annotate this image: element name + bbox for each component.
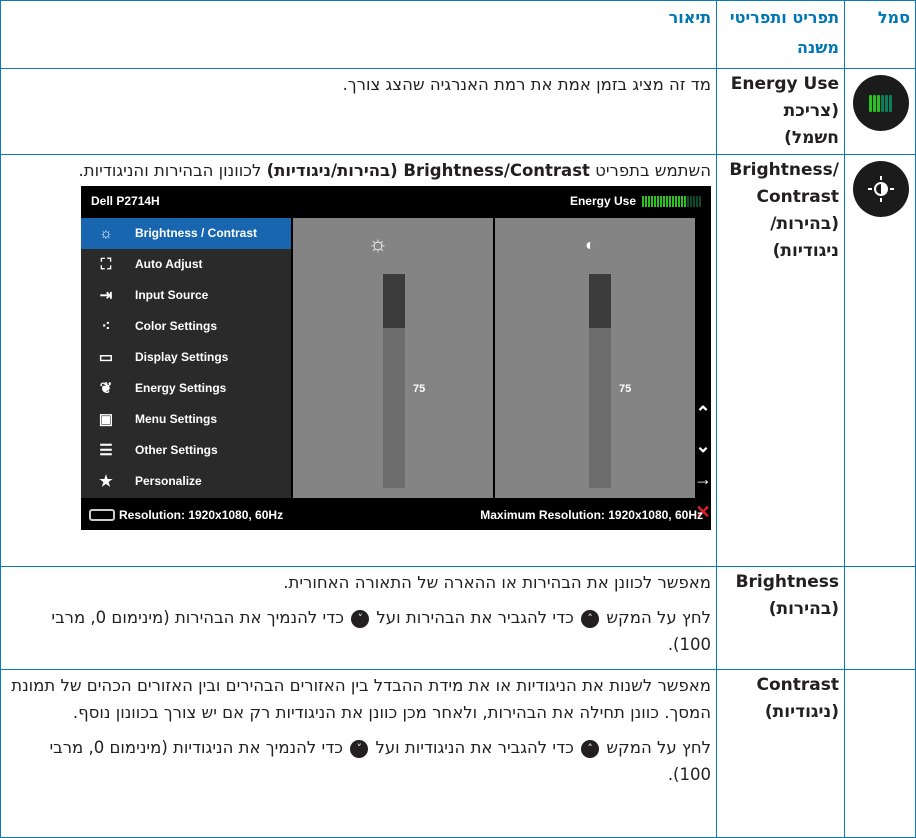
up-arrow-icon[interactable]: ⌃ — [695, 400, 710, 427]
sliders-icon: ☰ — [99, 442, 113, 459]
osd-menu-item[interactable]: ⛶ Auto Adjust — [81, 249, 291, 280]
brightness-value: 75 — [413, 383, 426, 395]
osd-menu-item[interactable]: ⁖ Color Settings — [81, 311, 291, 342]
down-arrow-icon[interactable]: ⌄ — [695, 433, 710, 460]
description-text: מאפשר לכוונן את הבהירות או ההארה של התאו… — [283, 573, 711, 592]
osd-menu-label: Input Source — [135, 288, 209, 302]
item-name-en: Brightness — [735, 572, 839, 592]
osd-menu-label: Other Settings — [135, 443, 218, 457]
sun-icon: ☼ — [99, 225, 113, 242]
table-row: Contrast (ניגודיות) מאפשר לשנות את הניגו… — [0, 669, 916, 838]
down-key-icon: ˅ — [351, 609, 370, 628]
item-name-cell: Brightness/ Contrast (בהירות/ ניגודיות) — [716, 154, 845, 567]
table-row: Energy Use (צריכת חשמל) מד זה מציג בזמן … — [0, 68, 916, 155]
symbol-cell — [844, 566, 916, 670]
osd-max-resolution: Maximum Resolution: 1920x1080, 60Hz — [480, 507, 703, 522]
osd-menu-item[interactable]: ▣ Menu Settings — [81, 404, 291, 435]
brightness-panel: ☼ 75 — [293, 218, 493, 498]
table-row: Brightness/ Contrast (בהירות/ ניגודיות) … — [0, 154, 916, 567]
header-item: תפריט ותפריטי משנה — [716, 0, 845, 69]
item-name-he: (בהירות/ ניגודיות) — [770, 214, 839, 261]
description-cell: השתמש בתפריט Brightness/Contrast (בהירות… — [0, 154, 717, 567]
osd-description-table: סמל תפריט ותפריטי משנה תיאור Energy Use … — [0, 0, 916, 838]
osd-menu-item[interactable]: ☰ Other Settings — [81, 435, 291, 466]
osd-menu-label: Menu Settings — [135, 412, 218, 426]
table-row: Brightness (בהירות) מאפשר לכוונן את הבהי… — [0, 566, 916, 670]
display-icon: ▭ — [98, 349, 114, 366]
item-name-he: (בהירות) — [768, 599, 839, 619]
osd-top-bar: Dell P2714H Energy Use — [81, 186, 711, 216]
connector-icon — [89, 509, 115, 521]
osd-bottom-bar: Resolution: 1920x1080, 60Hz Maximum Reso… — [81, 500, 711, 530]
leaf-icon: ❦ — [99, 380, 113, 397]
osd-menu-label: Display Settings — [135, 350, 229, 364]
description-text: השתמש בתפריט Brightness/Contrast (בהירות… — [78, 161, 711, 180]
osd-model-name: Dell P2714H — [91, 193, 160, 208]
instruction-text: לחץ על המקש ˄ כדי להגביר את הבהירות ועל … — [51, 608, 711, 654]
description-text: מד זה מציג בזמן אמת את רמת האנרגיה שהצג … — [342, 75, 711, 94]
auto-adjust-icon: ⛶ — [100, 256, 112, 273]
menu-name-bold: Brightness/Contrast (בהירות/ניגודיות) — [266, 161, 590, 180]
description-text: מאפשר לשנות את הניגודיות או את מידת ההבד… — [11, 676, 711, 722]
instruction-text: לחץ על המקש ˄ כדי להגביר את הניגודיות וע… — [49, 738, 711, 784]
osd-screenshot: Dell P2714H Energy Use ☼ Brightness / Con… — [81, 186, 712, 530]
item-name-en: Brightness/ Contrast — [729, 160, 839, 207]
osd-menu-item[interactable]: ⇥ Input Source — [81, 280, 291, 311]
osd-menu-item[interactable]: ❦ Energy Settings — [81, 373, 291, 404]
osd-energy-meter: Energy Use — [570, 188, 701, 215]
energy-meter-icon — [852, 75, 909, 131]
symbol-cell — [844, 68, 916, 155]
up-key-icon: ˄ — [581, 609, 600, 628]
osd-menu-item[interactable]: ☼ Brightness / Contrast — [81, 218, 291, 249]
osd-menu-list: ☼ Brightness / Contrast ⛶ Auto Adjust ⇥ Input… — [81, 218, 291, 498]
osd-resolution: Resolution: 1920x1080, 60Hz — [89, 502, 480, 529]
osd-menu-label: Energy Settings — [135, 381, 227, 395]
header-description: תיאור — [0, 0, 717, 69]
osd-menu-label: Color Settings — [135, 319, 218, 333]
up-key-icon: ˄ — [581, 739, 600, 758]
menu-icon: ▣ — [98, 411, 114, 428]
symbol-cell — [844, 154, 916, 567]
input-source-icon: ⇥ — [99, 287, 113, 304]
star-icon: ★ — [99, 473, 113, 490]
brightness-slider[interactable] — [383, 274, 405, 488]
contrast-icon: ◐ — [585, 237, 595, 254]
down-key-icon: ˅ — [350, 739, 369, 758]
contrast-panel: ◐ 75 — [495, 218, 695, 498]
osd-menu-label: Personalize — [135, 474, 202, 488]
osd-energy-label: Energy Use — [569, 193, 636, 208]
item-name-cell: Brightness (בהירות) — [716, 566, 845, 670]
header-symbol: סמל — [844, 0, 916, 69]
energy-bar — [642, 195, 701, 207]
color-dots-icon: ⁖ — [101, 318, 111, 335]
brightness-contrast-icon — [852, 161, 909, 217]
contrast-value: 75 — [619, 383, 632, 395]
item-name-cell: Contrast (ניגודיות) — [716, 669, 845, 838]
item-name-cell: Energy Use (צריכת חשמל) — [716, 68, 845, 155]
osd-menu-label: Brightness / Contrast — [135, 226, 258, 240]
osd-menu-item[interactable]: ★ Personalize — [81, 466, 291, 497]
item-name-he: (צריכת חשמל) — [783, 101, 839, 148]
osd-menu-label: Auto Adjust — [135, 257, 203, 271]
item-name-en: Contrast — [756, 675, 840, 695]
contrast-slider[interactable] — [589, 274, 611, 488]
symbol-cell — [844, 669, 916, 838]
right-arrow-icon[interactable]: → — [694, 466, 712, 493]
sun-icon: ☼ — [367, 231, 389, 256]
description-cell: מד זה מציג בזמן אמת את רמת האנרגיה שהצג … — [0, 68, 717, 155]
description-cell: מאפשר לכוונן את הבהירות או ההארה של התאו… — [0, 566, 717, 670]
table-header-row: סמל תפריט ותפריטי משנה תיאור — [0, 0, 916, 69]
item-name-en: Energy Use — [730, 74, 839, 94]
description-cell: מאפשר לשנות את הניגודיות או את מידת ההבד… — [0, 669, 717, 838]
item-name-he: (ניגודיות) — [764, 702, 839, 722]
osd-menu-item[interactable]: ▭ Display Settings — [81, 342, 291, 373]
